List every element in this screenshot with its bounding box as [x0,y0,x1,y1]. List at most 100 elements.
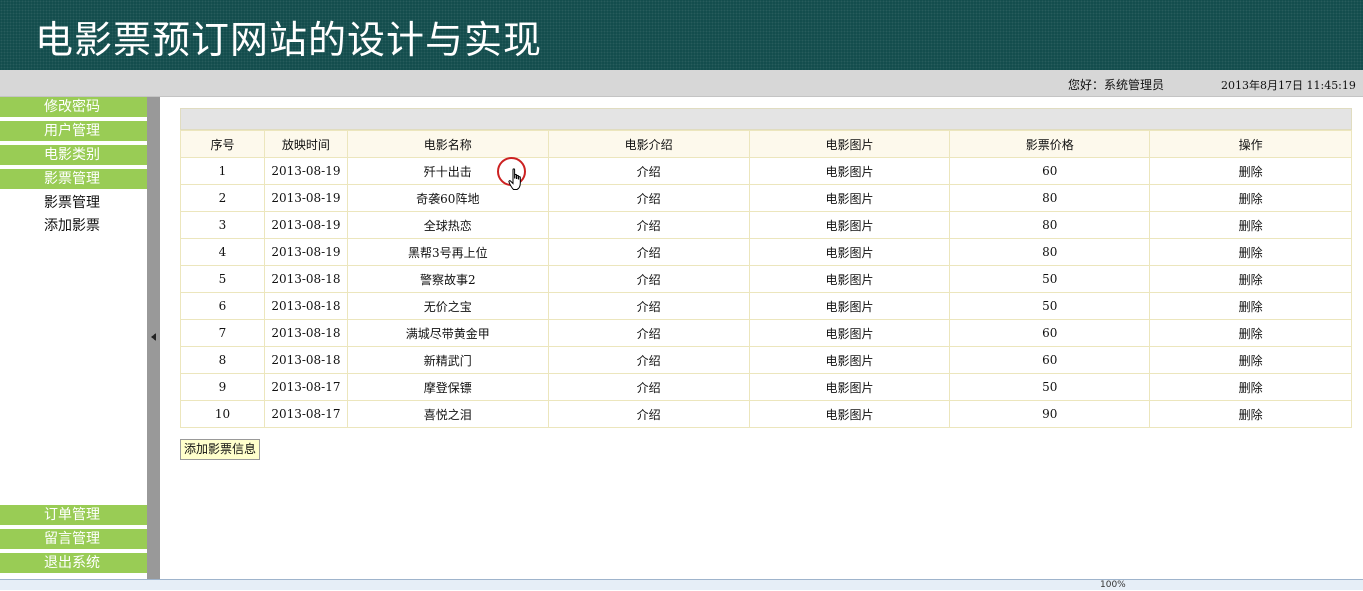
table-row: 7 2013-08-18 满城尽带黄金甲 介绍 电影图片 60 删除 [180,319,1352,347]
cell-price: 50 [949,265,1151,293]
sidebar-menu: 修改密码 用户管理 电影类别 影票管理 影票管理 添加影票 订单管理 留言管理 … [0,97,147,579]
intro-link[interactable]: 介绍 [547,292,750,320]
intro-link[interactable]: 介绍 [547,346,750,374]
info-bar: 您好：系统管理员 2013年8月17日 11:45:19 [0,70,1363,97]
delete-link[interactable]: 删除 [1149,346,1352,374]
intro-link[interactable]: 介绍 [547,319,750,347]
header-banner: 电影票预订网站的设计与实现 [0,0,1363,70]
cell-seq: 3 [180,211,265,239]
cell-price: 80 [949,184,1151,212]
delete-link[interactable]: 删除 [1149,157,1352,185]
cell-seq: 7 [180,319,265,347]
header-movie-picture: 电影图片 [748,130,951,158]
hand-cursor-icon [508,168,521,190]
sidebar-subitem-ticket-management[interactable]: 影票管理 [44,193,100,213]
cell-seq: 6 [180,292,265,320]
sidebar-item-user-management[interactable]: 用户管理 [0,121,147,142]
cell-showtime: 2013-08-19 [263,238,348,266]
cell-price: 80 [949,211,1151,239]
header-operation: 操作 [1149,130,1352,158]
intro-link[interactable]: 介绍 [547,157,750,185]
main-content: 序号 放映时间 电影名称 电影介绍 电影图片 影票价格 操作 1 2013-08… [160,97,1363,579]
table-row: 4 2013-08-19 黑帮3号再上位 介绍 电影图片 80 删除 [180,238,1352,266]
table-caption-bar [180,108,1352,130]
cell-movie-name: 满城尽带黄金甲 [346,319,549,347]
picture-link[interactable]: 电影图片 [748,184,951,212]
cell-price: 60 [949,319,1151,347]
cell-showtime: 2013-08-18 [263,346,348,374]
table-row: 5 2013-08-18 警察故事2 介绍 电影图片 50 删除 [180,265,1352,293]
ticket-table: 序号 放映时间 电影名称 电影介绍 电影图片 影票价格 操作 1 2013-08… [180,130,1352,428]
cell-seq: 2 [180,184,265,212]
sidebar-item-ticket-management[interactable]: 影票管理 [0,169,147,190]
cell-showtime: 2013-08-17 [263,400,348,428]
intro-link[interactable]: 介绍 [547,400,750,428]
cell-seq: 9 [180,373,265,401]
table-row: 6 2013-08-18 无价之宝 介绍 电影图片 50 删除 [180,292,1352,320]
cell-movie-name: 无价之宝 [346,292,549,320]
intro-link[interactable]: 介绍 [547,211,750,239]
table-row: 3 2013-08-19 全球热恋 介绍 电影图片 80 删除 [180,211,1352,239]
cell-movie-name: 全球热恋 [346,211,549,239]
sidebar-item-order-management[interactable]: 订单管理 [0,505,147,526]
picture-link[interactable]: 电影图片 [748,400,951,428]
datetime-clock: 2013年8月17日 11:45:19 [1221,79,1356,92]
cell-showtime: 2013-08-19 [263,184,348,212]
cell-price: 60 [949,157,1151,185]
cell-showtime: 2013-08-19 [263,157,348,185]
picture-link[interactable]: 电影图片 [748,292,951,320]
cell-movie-name: 摩登保镖 [346,373,549,401]
delete-link[interactable]: 删除 [1149,319,1352,347]
cell-seq: 4 [180,238,265,266]
browser-status-bar: 100% [0,579,1363,590]
picture-link[interactable]: 电影图片 [748,211,951,239]
cell-showtime: 2013-08-19 [263,211,348,239]
header-seq: 序号 [180,130,265,158]
header-showtime: 放映时间 [263,130,348,158]
picture-link[interactable]: 电影图片 [748,238,951,266]
cell-price: 50 [949,292,1151,320]
site-title: 电影票预订网站的设计与实现 [35,18,543,62]
cell-seq: 8 [180,346,265,374]
cell-showtime: 2013-08-18 [263,292,348,320]
cell-movie-name: 黑帮3号再上位 [346,238,549,266]
collapse-arrow-icon[interactable] [151,333,156,341]
sidebar-subitem-add-ticket[interactable]: 添加影票 [44,216,100,236]
sidebar-item-logout[interactable]: 退出系统 [0,553,147,574]
delete-link[interactable]: 删除 [1149,184,1352,212]
delete-link[interactable]: 删除 [1149,238,1352,266]
delete-link[interactable]: 删除 [1149,292,1352,320]
cell-seq: 10 [180,400,265,428]
header-ticket-price: 影票价格 [949,130,1151,158]
intro-link[interactable]: 介绍 [547,184,750,212]
user-greeting: 您好：系统管理员 [1068,78,1165,92]
header-movie-name: 电影名称 [346,130,549,158]
delete-link[interactable]: 删除 [1149,400,1352,428]
picture-link[interactable]: 电影图片 [748,157,951,185]
picture-link[interactable]: 电影图片 [748,373,951,401]
intro-link[interactable]: 介绍 [547,238,750,266]
sidebar-item-message-management[interactable]: 留言管理 [0,529,147,550]
cell-showtime: 2013-08-17 [263,373,348,401]
delete-link[interactable]: 删除 [1149,265,1352,293]
cell-price: 60 [949,346,1151,374]
picture-link[interactable]: 电影图片 [748,265,951,293]
sidebar-item-movie-category[interactable]: 电影类别 [0,145,147,166]
table-row: 2 2013-08-19 奇袭60阵地 介绍 电影图片 80 删除 [180,184,1352,212]
add-ticket-button[interactable]: 添加影票信息 [180,439,261,460]
table-row: 9 2013-08-17 摩登保镖 介绍 电影图片 50 删除 [180,373,1352,401]
delete-link[interactable]: 删除 [1149,211,1352,239]
table-row: 10 2013-08-17 喜悦之泪 介绍 电影图片 90 删除 [180,400,1352,428]
intro-link[interactable]: 介绍 [547,265,750,293]
delete-link[interactable]: 删除 [1149,373,1352,401]
cell-seq: 5 [180,265,265,293]
cell-price: 90 [949,400,1151,428]
cell-showtime: 2013-08-18 [263,265,348,293]
picture-link[interactable]: 电影图片 [748,346,951,374]
sidebar-item-change-password[interactable]: 修改密码 [0,97,147,118]
picture-link[interactable]: 电影图片 [748,319,951,347]
header-movie-intro: 电影介绍 [547,130,750,158]
cell-seq: 1 [180,157,265,185]
zoom-level[interactable]: 100% [1100,580,1126,591]
intro-link[interactable]: 介绍 [547,373,750,401]
